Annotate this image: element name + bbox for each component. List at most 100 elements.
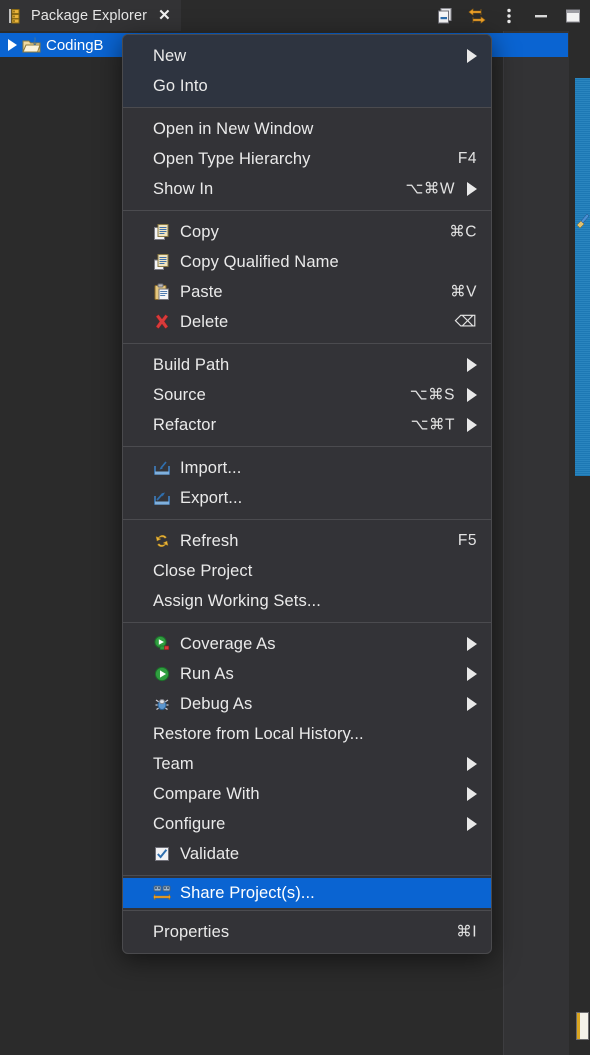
run-as-icon <box>153 665 171 683</box>
chevron-right-icon[interactable] <box>8 39 17 51</box>
menu-item-delete[interactable]: Delete ⌫ <box>123 307 491 337</box>
submenu-arrow-icon <box>467 757 477 771</box>
menu-group-clipboard: Copy ⌘C Copy Qualified Name <box>123 211 491 343</box>
copy-qualified-name-icon <box>153 253 171 271</box>
tree-item-label: CodingB <box>46 37 104 54</box>
menu-item-label: Show In <box>153 180 213 199</box>
menu-item-refactor[interactable]: Refactor ⌥⌘T <box>123 410 491 440</box>
menu-item-copy[interactable]: Copy ⌘C <box>123 217 491 247</box>
menu-item-label: Open in New Window <box>153 120 313 139</box>
menu-group-share: Share Project(s)... <box>123 876 491 910</box>
tab-package-explorer[interactable]: Package Explorer ✕ <box>0 0 181 31</box>
menu-item-shortcut: ⌥⌘T <box>411 416 455 435</box>
menu-item-label: Run As <box>180 665 234 684</box>
export-icon <box>153 489 171 507</box>
menu-item-run-as[interactable]: Run As <box>123 659 491 689</box>
submenu-arrow-icon <box>467 358 477 372</box>
menu-item-open-type-hierarchy[interactable]: Open Type Hierarchy F4 <box>123 144 491 174</box>
menu-item-shortcut: ⌥⌘S <box>410 386 455 405</box>
submenu-arrow-icon <box>467 787 477 801</box>
menu-item-label: Copy Qualified Name <box>180 253 339 272</box>
minimap-strip[interactable] <box>575 78 590 476</box>
collapse-all-icon[interactable] <box>436 7 454 25</box>
view-menu-icon[interactable] <box>500 7 518 25</box>
menu-item-label: Source <box>153 386 206 405</box>
menu-item-configure[interactable]: Configure <box>123 809 491 839</box>
menu-item-label: Configure <box>153 815 225 834</box>
menu-item-build-path[interactable]: Build Path <box>123 350 491 380</box>
view-tab-bar: Package Explorer ✕ <box>0 0 590 31</box>
menu-item-restore-from-local-history[interactable]: Restore from Local History... <box>123 719 491 749</box>
debug-as-icon <box>153 695 171 713</box>
menu-item-coverage-as[interactable]: Coverage As <box>123 629 491 659</box>
menu-item-share-projects[interactable]: Share Project(s)... <box>123 878 491 908</box>
menu-item-shortcut: F5 <box>458 532 477 550</box>
rail-bottom-indicator <box>576 1012 589 1040</box>
menu-item-import[interactable]: Import... <box>123 453 491 483</box>
eclipse-package-explorer-window: Package Explorer ✕ <box>0 0 590 1055</box>
context-menu: New Go Into Open in New Window Open Type… <box>122 34 492 954</box>
submenu-arrow-icon <box>467 697 477 711</box>
menu-item-paste[interactable]: Paste ⌘V <box>123 277 491 307</box>
menu-item-refresh[interactable]: Refresh F5 <box>123 526 491 556</box>
menu-item-label: Restore from Local History... <box>153 725 364 744</box>
menu-item-label: Paste <box>180 283 223 302</box>
menu-item-label: Build Path <box>153 356 229 375</box>
menu-item-go-into[interactable]: Go Into <box>123 71 491 101</box>
menu-group-transfer: Import... Export... <box>123 447 491 519</box>
link-with-editor-icon[interactable] <box>468 7 486 25</box>
menu-item-shortcut: ⌥⌘W <box>406 180 456 199</box>
menu-item-shortcut: ⌫ <box>455 313 477 332</box>
rail-marker-icon <box>575 212 590 228</box>
menu-item-label: Refresh <box>180 532 238 551</box>
menu-group-java: Build Path Source ⌥⌘S Refactor ⌥⌘T <box>123 344 491 446</box>
menu-item-open-in-new-window[interactable]: Open in New Window <box>123 114 491 144</box>
menu-item-show-in[interactable]: Show In ⌥⌘W <box>123 174 491 204</box>
menu-item-label: Validate <box>180 845 239 864</box>
copy-icon <box>153 223 171 241</box>
menu-item-new[interactable]: New <box>123 41 491 71</box>
menu-item-copy-qualified-name[interactable]: Copy Qualified Name <box>123 247 491 277</box>
maximize-icon[interactable] <box>564 7 582 25</box>
delete-icon <box>153 313 171 331</box>
menu-item-assign-working-sets[interactable]: Assign Working Sets... <box>123 586 491 616</box>
package-explorer-icon <box>8 8 23 24</box>
refresh-icon <box>153 532 171 550</box>
menu-item-source[interactable]: Source ⌥⌘S <box>123 380 491 410</box>
menu-item-debug-as[interactable]: Debug As <box>123 689 491 719</box>
menu-item-label: Export... <box>180 489 242 508</box>
menu-item-validate[interactable]: Validate <box>123 839 491 869</box>
menu-item-label: Copy <box>180 223 219 242</box>
menu-item-label: Debug As <box>180 695 252 714</box>
menu-item-close-project[interactable]: Close Project <box>123 556 491 586</box>
menu-item-team[interactable]: Team <box>123 749 491 779</box>
menu-item-compare-with[interactable]: Compare With <box>123 779 491 809</box>
import-icon <box>153 459 171 477</box>
menu-item-shortcut: F4 <box>458 150 477 168</box>
menu-group-run: Coverage As Run As <box>123 623 491 875</box>
submenu-arrow-icon <box>467 418 477 432</box>
menu-item-shortcut: ⌘I <box>456 923 477 942</box>
share-project-icon <box>153 884 171 902</box>
menu-item-label: Compare With <box>153 785 260 804</box>
menu-item-label: Coverage As <box>180 635 276 654</box>
editor-area-background <box>503 31 569 1055</box>
menu-item-properties[interactable]: Properties ⌘I <box>123 917 491 947</box>
minimize-icon[interactable] <box>532 7 550 25</box>
menu-item-label: Delete <box>180 313 228 332</box>
menu-group-open: Open in New Window Open Type Hierarchy F… <box>123 108 491 210</box>
menu-item-label: Go Into <box>153 77 208 96</box>
coverage-as-icon <box>153 635 171 653</box>
menu-group-project: Refresh F5 Close Project Assign Working … <box>123 520 491 622</box>
submenu-arrow-icon <box>467 667 477 681</box>
menu-item-label: Assign Working Sets... <box>153 592 321 611</box>
menu-item-label: Share Project(s)... <box>180 884 315 903</box>
menu-group-properties: Properties ⌘I <box>123 911 491 953</box>
close-icon[interactable]: ✕ <box>158 8 171 23</box>
menu-item-export[interactable]: Export... <box>123 483 491 513</box>
view-toolbar <box>436 0 582 31</box>
menu-item-label: Open Type Hierarchy <box>153 150 311 169</box>
submenu-arrow-icon <box>467 637 477 651</box>
menu-item-label: Import... <box>180 459 241 478</box>
java-project-icon <box>22 37 41 54</box>
